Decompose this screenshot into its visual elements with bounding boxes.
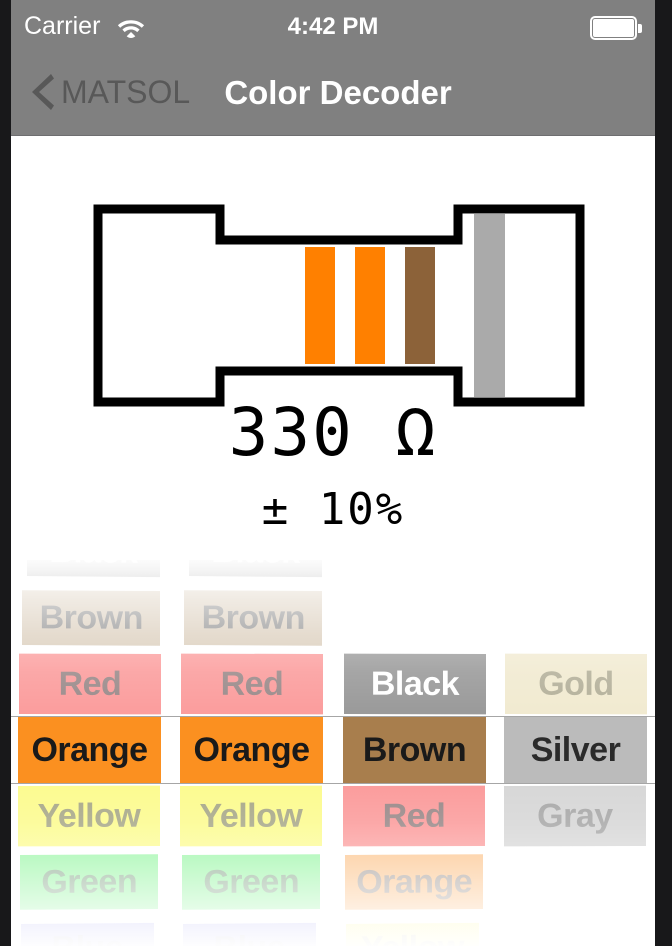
picker-digit-1[interactable]: BlackBrownRedOrangeYellowGreenBlueViolet… — [18, 560, 161, 946]
picker-row[interactable]: Red — [343, 785, 486, 847]
picker-row[interactable]: Gold — [505, 653, 647, 715]
picker-row-label: Black — [370, 664, 460, 703]
picker-row[interactable]: Yellow — [180, 785, 323, 847]
picker-row-label: Gray — [537, 796, 614, 835]
picker-row-label: Yellow — [199, 796, 303, 835]
picker-row[interactable]: Red — [181, 653, 323, 715]
picker-row-label: Green — [202, 862, 299, 901]
picker-row[interactable]: Orange — [180, 717, 323, 783]
picker-digit-1-list: BlackBrownRedOrangeYellowGreenBlueViolet… — [18, 560, 161, 946]
picker-row-label: Orange — [31, 730, 148, 769]
resistance-readout: 330 Ω ± 10% — [11, 394, 655, 536]
picker-row[interactable]: Green — [19, 854, 158, 910]
resistor-diagram — [11, 136, 655, 436]
color-band-pickers: BlackBrownRedOrangeYellowGreenBlueViolet… — [11, 560, 655, 946]
picker-row[interactable]: Silver — [504, 717, 647, 783]
picker-row-label: Red — [58, 664, 122, 703]
picker-row-label: Black — [50, 560, 138, 571]
picker-row-label: Blue — [214, 929, 286, 946]
resistor-band-2 — [355, 247, 385, 364]
picker-tolerance[interactable]: Gold Silver Gray — [504, 560, 647, 946]
picker-row-label: Orange — [355, 862, 472, 901]
picker-row-label: Brown — [362, 730, 467, 769]
resistor-band-3 — [405, 247, 435, 364]
picker-row[interactable]: Brown — [22, 590, 161, 646]
picker-row[interactable]: Green — [181, 854, 320, 910]
picker-row-label: Brown — [201, 598, 306, 637]
picker-digit-2-list: BlackBrownRedOrangeYellowGreenBlueViolet… — [180, 560, 323, 946]
resistance-value: 330 Ω — [228, 394, 438, 471]
device-frame: Carrier 4:42 PM MATSOL Color Decoder 330… — [0, 0, 672, 946]
picker-row[interactable]: Brown — [184, 590, 323, 646]
picker-row[interactable]: Black — [344, 653, 486, 715]
picker-row[interactable]: Black — [27, 560, 161, 578]
resistor-body-outline — [93, 204, 585, 407]
phone-screen: Carrier 4:42 PM MATSOL Color Decoder 330… — [11, 0, 655, 946]
picker-row[interactable]: Orange — [344, 854, 483, 910]
picker-row[interactable]: Yellow — [346, 922, 480, 946]
resistor-band-tolerance — [474, 214, 505, 397]
picker-multiplier-list: BlackBrownRedOrangeYellowGreenBlueViolet… — [343, 651, 486, 946]
picker-row[interactable]: Red — [19, 653, 161, 715]
picker-row-label: Green — [40, 862, 137, 901]
picker-row-label: Brown — [39, 598, 144, 637]
picker-multiplier[interactable]: BlackBrownRedOrangeYellowGreenBlueViolet… — [343, 560, 486, 946]
picker-row-label: Orange — [193, 730, 310, 769]
picker-row[interactable]: Gray — [504, 785, 647, 847]
picker-row-label: Yellow — [361, 929, 464, 946]
picker-row-label: Gold — [538, 664, 614, 703]
resistor-graphic — [93, 204, 585, 407]
resistor-band-1 — [305, 247, 335, 364]
picker-row[interactable]: Blue — [21, 922, 155, 946]
tolerance-value: ± 10% — [261, 484, 405, 535]
page-title: Color Decoder — [224, 73, 452, 111]
picker-digit-2[interactable]: BlackBrownRedOrangeYellowGreenBlueViolet… — [180, 560, 323, 946]
status-clock: 4:42 PM — [287, 13, 379, 40]
picker-row-label: Red — [220, 664, 284, 703]
battery-full-icon — [590, 16, 642, 40]
picker-tolerance-list: Gold Silver Gray — [504, 651, 647, 849]
picker-row[interactable]: Brown — [343, 717, 486, 783]
picker-row-label: Red — [382, 796, 446, 835]
picker-row[interactable]: Blue — [183, 922, 317, 946]
navigation-bar: MATSOL Color Decoder — [11, 49, 655, 136]
picker-row[interactable]: Black — [189, 560, 323, 578]
picker-row-label: Blue — [52, 929, 124, 946]
picker-row[interactable]: Orange — [18, 717, 161, 783]
picker-row-label: Silver — [530, 730, 621, 769]
picker-row-label: Yellow — [37, 796, 141, 835]
picker-row[interactable]: Yellow — [18, 785, 161, 847]
status-bar: Carrier 4:42 PM — [11, 0, 655, 49]
picker-row-label: Black — [212, 560, 300, 571]
